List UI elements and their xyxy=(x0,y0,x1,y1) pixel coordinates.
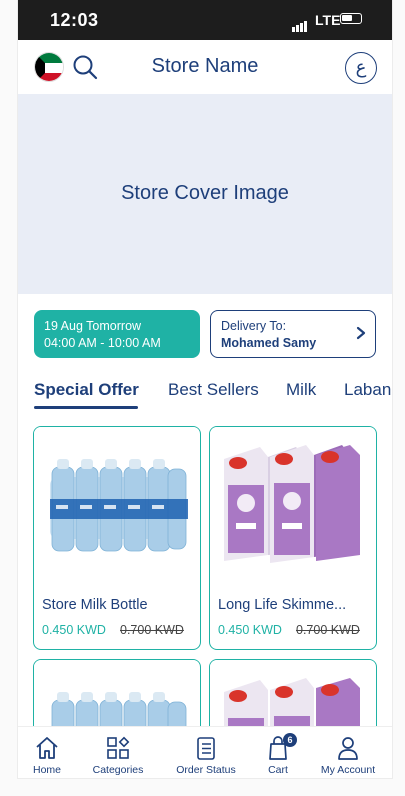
nav-categories[interactable]: Categories xyxy=(83,735,153,776)
home-icon xyxy=(36,737,58,759)
status-time: 12:03 xyxy=(50,10,99,30)
nav-cart-label: Cart xyxy=(268,764,288,776)
categories-icon xyxy=(107,736,130,759)
nav-home-label: Home xyxy=(32,764,61,776)
chevron-right-icon xyxy=(356,326,366,340)
delivery-to-name: Mohamed Samy xyxy=(221,336,317,350)
product-old-price: 0.700 KWD xyxy=(296,623,360,637)
language-toggle-button[interactable]: ع xyxy=(345,52,377,84)
product-name: Store Milk Bottle xyxy=(42,597,148,613)
nav-order-status-label: Order Status xyxy=(176,764,236,776)
slot-date: 19 Aug Tomorrow xyxy=(44,319,142,333)
product-price: 0.450 KWD xyxy=(42,623,106,637)
slot-time: 04:00 AM - 10:00 AM xyxy=(44,336,161,350)
cover-placeholder-text: Store Cover Image xyxy=(121,182,289,204)
product-price: 0.450 KWD xyxy=(218,623,282,637)
nav-home[interactable]: Home xyxy=(18,735,82,776)
delivery-to-label: Delivery To: xyxy=(221,319,287,333)
product-name: Long Life Skimme... xyxy=(218,597,347,613)
order-status-icon xyxy=(197,737,215,760)
delivery-address-button[interactable]: Delivery To: Mohamed Samy xyxy=(210,310,376,358)
category-tabs: Special Offer Best Sellers Milk Laban xyxy=(18,376,392,412)
phone-screen: 12:03 LTE Store Name ع Store Cover Image xyxy=(18,0,392,778)
nav-my-account[interactable]: My Account xyxy=(313,735,383,776)
product-image-milk-cartons xyxy=(210,427,376,579)
status-bar: 12:03 LTE xyxy=(18,0,392,40)
active-tab-indicator xyxy=(34,406,138,409)
nav-order-status[interactable]: Order Status xyxy=(171,735,241,776)
kuwait-flag-icon[interactable] xyxy=(34,52,64,82)
nav-categories-label: Categories xyxy=(92,764,144,776)
app-header: Store Name ع xyxy=(18,40,392,94)
product-old-price: 0.700 KWD xyxy=(120,623,184,637)
product-card[interactable]: Store Milk Bottle 0.450 KWD 0.700 KWD xyxy=(33,426,201,650)
page-title: Store Name xyxy=(151,55,259,77)
tab-laban[interactable]: Laban xyxy=(344,380,391,400)
account-icon xyxy=(338,737,358,760)
product-image-water-bottles xyxy=(34,427,200,579)
tab-special-offer[interactable]: Special Offer xyxy=(34,380,139,400)
bottom-navigation: Home Categories Order Status 6 Cart My A… xyxy=(18,726,392,778)
battery-icon xyxy=(340,13,362,24)
tab-milk[interactable]: Milk xyxy=(286,380,316,400)
tab-best-sellers[interactable]: Best Sellers xyxy=(168,380,259,400)
cart-badge: 6 xyxy=(283,733,297,747)
product-card[interactable]: Long Life Skimme... 0.450 KWD 0.700 KWD xyxy=(209,426,377,650)
search-icon[interactable] xyxy=(70,52,100,82)
network-label: LTE xyxy=(315,12,341,28)
nav-cart[interactable]: 6 Cart xyxy=(243,733,313,776)
nav-my-account-label: My Account xyxy=(320,764,376,776)
page-background: 12:03 LTE Store Name ع Store Cover Image xyxy=(0,0,405,796)
store-cover-image: Store Cover Image xyxy=(18,94,392,294)
delivery-slot-button[interactable]: 19 Aug Tomorrow 04:00 AM - 10:00 AM xyxy=(34,310,200,358)
signal-icon xyxy=(292,14,308,32)
